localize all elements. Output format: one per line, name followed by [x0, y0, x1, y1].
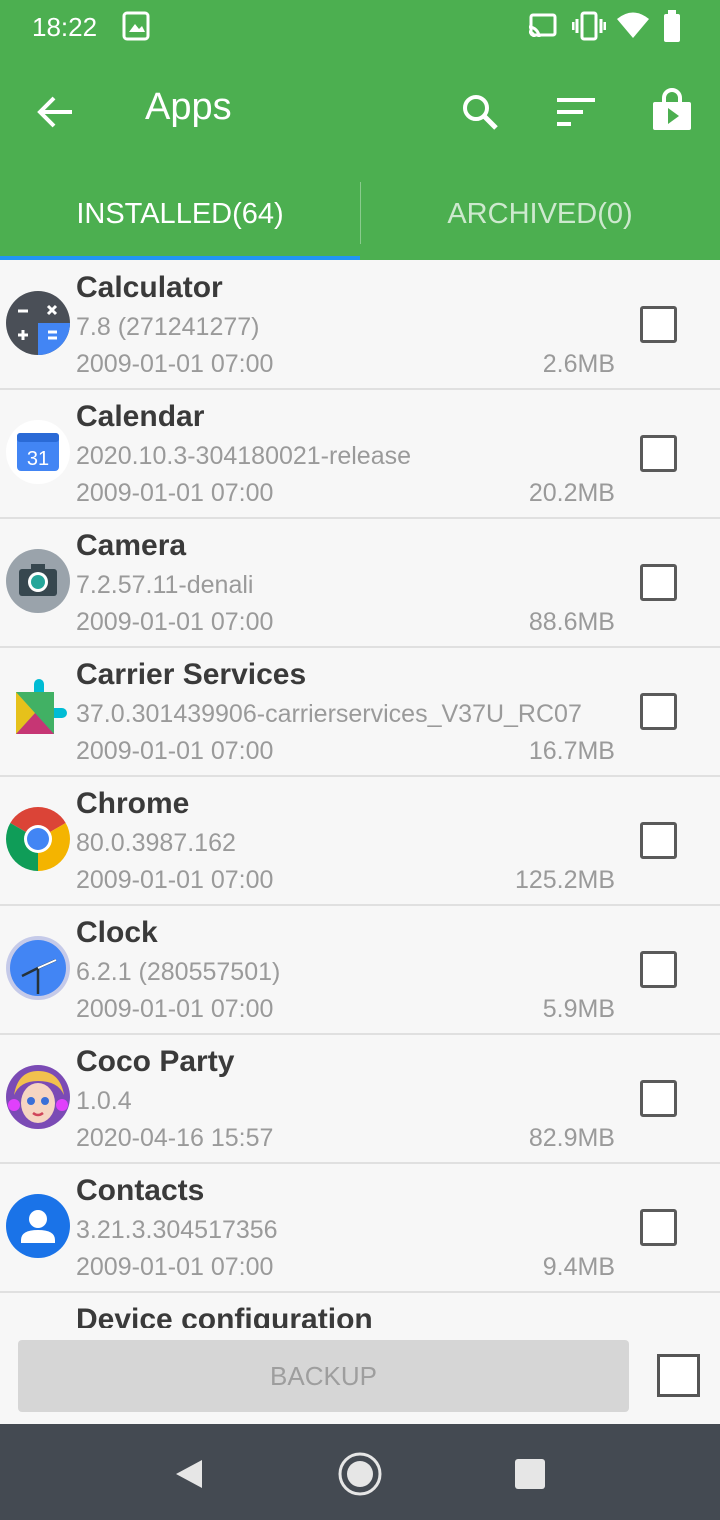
app-date: 2009-01-01 07:00: [76, 479, 274, 507]
page-title: Apps: [145, 86, 232, 128]
calendar-icon: 31: [6, 420, 70, 484]
app-name: Camera: [76, 529, 187, 562]
app-date: 2009-01-01 07:00: [76, 995, 274, 1023]
app-date: 2009-01-01 07:00: [76, 350, 274, 378]
list-item[interactable]: Clock 6.2.1 (280557501) 2009-01-01 07:00…: [0, 906, 720, 1035]
app-name: Device configuration: [76, 1303, 373, 1328]
app-list[interactable]: Calculator 7.8 (271241277) 2009-01-01 07…: [0, 261, 720, 1328]
home-nav-icon[interactable]: [338, 1452, 382, 1496]
app-size: 82.9MB: [528, 1124, 615, 1152]
list-item[interactable]: Carrier Services 37.0.301439906-carriers…: [0, 648, 720, 777]
recents-nav-icon[interactable]: [508, 1452, 552, 1496]
vibrate-icon: [572, 11, 606, 41]
list-item[interactable]: Coco Party 1.0.4 2020-04-16 15:57 82.9MB: [0, 1035, 720, 1164]
app-checkbox[interactable]: [640, 1080, 677, 1117]
app-size: 125.2MB: [514, 866, 615, 894]
app-version: 1.0.4: [76, 1087, 132, 1115]
app-name: Contacts: [76, 1174, 205, 1207]
app-size: 2.6MB: [542, 350, 615, 378]
clock-icon: [6, 936, 70, 1000]
list-item[interactable]: Camera 7.2.57.11-denali 2009-01-01 07:00…: [0, 519, 720, 648]
app-date: 2020-04-16 15:57: [76, 1124, 274, 1152]
app-checkbox[interactable]: [640, 306, 677, 343]
app-version: 2020.10.3-304180021-release: [76, 442, 411, 470]
battery-icon: [664, 10, 680, 42]
app-version: 37.0.301439906-carrierservices_V37U_RC07: [76, 700, 582, 728]
app-checkbox[interactable]: [640, 822, 677, 859]
app-date: 2009-01-01 07:00: [76, 1253, 274, 1281]
tab-indicator: [0, 256, 360, 260]
calendar-icon-text: 31: [27, 448, 49, 470]
app-checkbox[interactable]: [640, 564, 677, 601]
app-name: Clock: [76, 916, 158, 949]
status-bar: 18:22: [0, 0, 720, 56]
app-name: Carrier Services: [76, 658, 307, 691]
navigation-bar: [0, 1424, 720, 1520]
list-item[interactable]: Chrome 80.0.3987.162 2009-01-01 07:00 12…: [0, 777, 720, 906]
app-checkbox[interactable]: [640, 435, 677, 472]
app-name: Calendar: [76, 400, 205, 433]
tab-installed[interactable]: INSTALLED(64): [0, 168, 360, 260]
play-store-icon[interactable]: [644, 84, 700, 140]
camera-icon: [6, 549, 70, 613]
calculator-icon: [6, 291, 70, 355]
list-item[interactable]: 31 Calendar 2020.10.3-304180021-release …: [0, 390, 720, 519]
back-arrow-icon[interactable]: [28, 84, 84, 140]
search-icon[interactable]: [452, 84, 508, 140]
backup-button[interactable]: BACKUP: [18, 1340, 629, 1412]
sort-icon[interactable]: [548, 84, 604, 140]
app-date: 2009-01-01 07:00: [76, 866, 274, 894]
app-checkbox[interactable]: [640, 1209, 677, 1246]
wifi-icon: [617, 12, 649, 38]
app-version: 3.21.3.304517356: [76, 1216, 278, 1244]
chrome-icon: [6, 807, 70, 871]
list-item[interactable]: Calculator 7.8 (271241277) 2009-01-01 07…: [0, 261, 720, 390]
tab-bar: INSTALLED(64) ARCHIVED(0): [0, 168, 720, 260]
app-size: 5.9MB: [542, 995, 615, 1023]
app-date: 2009-01-01 07:00: [76, 608, 274, 636]
app-version: 7.2.57.11-denali: [76, 571, 254, 599]
app-bar: Apps: [0, 56, 720, 168]
select-all-checkbox[interactable]: [657, 1354, 700, 1397]
app-version: 80.0.3987.162: [76, 829, 236, 857]
status-time: 18:22: [32, 12, 98, 42]
app-checkbox[interactable]: [640, 951, 677, 988]
app-size: 9.4MB: [542, 1253, 615, 1281]
list-item[interactable]: Contacts 3.21.3.304517356 2009-01-01 07:…: [0, 1164, 720, 1293]
app-version: 7.8 (271241277): [76, 313, 260, 341]
app-name: Coco Party: [76, 1045, 235, 1078]
tab-archived[interactable]: ARCHIVED(0): [360, 168, 720, 260]
screenshot-icon: [122, 11, 150, 41]
bottom-bar: BACKUP: [0, 1328, 720, 1424]
app-version: 6.2.1 (280557501): [76, 958, 281, 986]
app-name: Chrome: [76, 787, 190, 820]
app-size: 16.7MB: [528, 737, 615, 765]
cast-icon: [528, 13, 557, 38]
carrier-services-icon: [16, 679, 67, 734]
app-size: 88.6MB: [528, 608, 615, 636]
app-name: Calculator: [76, 271, 223, 304]
app-date: 2009-01-01 07:00: [76, 737, 274, 765]
app-checkbox[interactable]: [640, 693, 677, 730]
app-size: 20.2MB: [528, 479, 615, 507]
contacts-icon: [6, 1194, 70, 1258]
coco-party-icon: [6, 1065, 70, 1129]
back-nav-icon[interactable]: [168, 1452, 212, 1496]
list-item[interactable]: Device configuration: [0, 1293, 720, 1328]
